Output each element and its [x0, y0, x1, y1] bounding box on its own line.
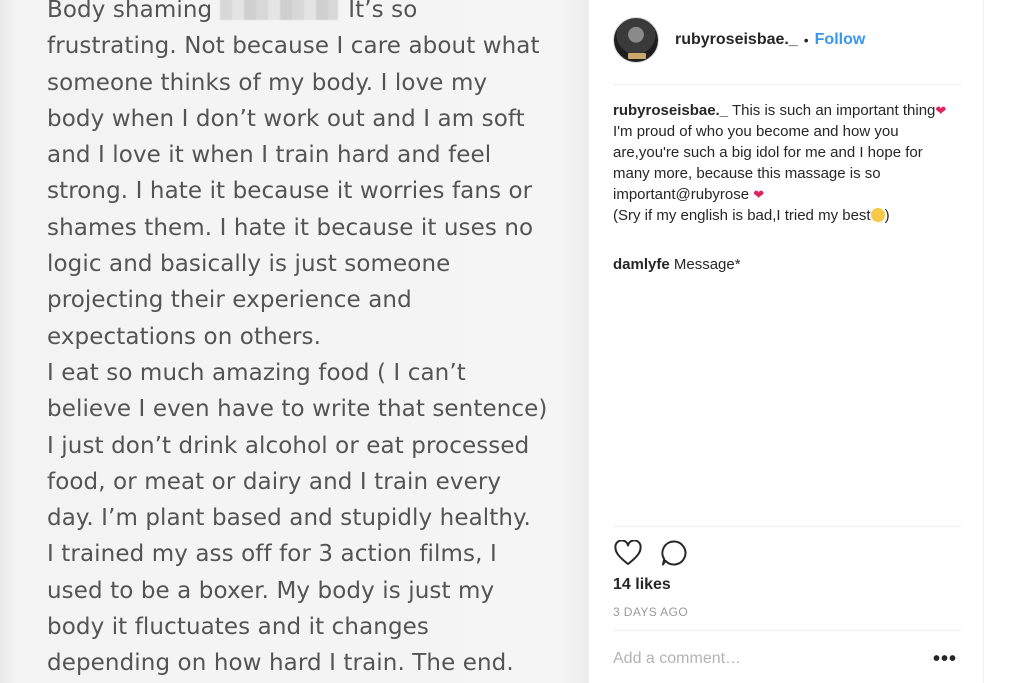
- note-line: frustrating. Not because I care about wh…: [47, 33, 540, 60]
- caption: rubyroseisbae._ This is such an importan…: [613, 100, 963, 226]
- note-line: day. I’m plant based and stupidly health…: [47, 505, 531, 532]
- smile-emoji-icon: [870, 208, 885, 222]
- likes-count[interactable]: 14 likes: [613, 576, 671, 594]
- note-line: and I love it when I train hard and feel: [47, 142, 492, 169]
- post-image: Body shaming It’s so frustrating. Not beca…: [0, 0, 588, 683]
- header-username[interactable]: rubyroseisbae._: [675, 31, 798, 49]
- note-line: expectations on others.: [47, 323, 322, 350]
- more-options-icon[interactable]: •••: [933, 648, 957, 671]
- caption-text-3: (Sry if my english is bad,I tried my bes…: [613, 207, 871, 224]
- note-line: body when I don’t work out and I am soft: [47, 105, 525, 132]
- note-line: projecting their experience and: [47, 287, 412, 314]
- caption-text-2: I'm proud of who you become and how you …: [613, 123, 923, 203]
- caption-text-1: This is such an important thing: [728, 102, 936, 119]
- heart-icon: [614, 540, 642, 565]
- redacted-name-blur: [220, 0, 339, 20]
- heart-emoji-icon: ❤: [935, 103, 947, 118]
- page-margin: [984, 0, 1024, 683]
- note-line: logic and basically is just someone: [47, 251, 451, 278]
- divider: [613, 84, 961, 85]
- avatar-badge: [628, 53, 646, 59]
- caption-text-4: ): [884, 207, 890, 224]
- note-line: Body shaming It’s so: [47, 0, 567, 28]
- comment: damlyfe Message*: [613, 254, 963, 275]
- comment-text: Message*: [669, 256, 741, 273]
- note-line-start: Body shaming: [47, 0, 213, 23]
- post-header: rubyroseisbae._ • Follow: [613, 14, 961, 66]
- caption-username[interactable]: rubyroseisbae._: [613, 102, 728, 119]
- comment-username[interactable]: damlyfe: [613, 256, 670, 273]
- separator-dot: •: [803, 32, 809, 48]
- follow-button[interactable]: Follow: [815, 31, 866, 49]
- note-line: strong. I hate it because it worries fan…: [47, 178, 533, 205]
- note-line: I eat so much amazing food ( I can’t: [47, 359, 466, 386]
- add-comment-input[interactable]: [613, 650, 913, 668]
- comment-bubble-icon: [661, 540, 687, 566]
- note-line: believe I even have to write that senten…: [47, 396, 548, 423]
- heart-emoji-icon: ❤: [753, 187, 765, 202]
- comment-button[interactable]: [659, 538, 689, 568]
- note-line: I just don’t drink alcohol or eat proces…: [47, 432, 530, 459]
- note-line: shames them. I hate it because it uses n…: [47, 214, 534, 241]
- note-line: body it fluctuates and it changes: [47, 614, 430, 641]
- action-bar: [613, 538, 705, 568]
- note-line: someone thinks of my body. I love my: [47, 69, 488, 96]
- divider: [613, 526, 961, 527]
- divider: [613, 630, 961, 631]
- note-line: depending on how hard I train. The end.: [47, 650, 514, 677]
- like-button[interactable]: [613, 538, 643, 568]
- note-line: used to be a boxer. My body is just my: [47, 577, 495, 604]
- note-line-end: It’s so: [348, 0, 418, 23]
- post-timestamp[interactable]: 3 DAYS AGO: [613, 605, 688, 619]
- note-line: I trained my ass off for 3 action films,…: [47, 541, 497, 568]
- note-line: food, or meat or dairy and I train every: [47, 468, 502, 495]
- note-text: Body shaming It’s so frustrating. Not beca…: [47, 0, 567, 682]
- avatar[interactable]: [613, 17, 659, 63]
- post-panel: rubyroseisbae._ • Follow rubyroseisbae._…: [588, 0, 984, 683]
